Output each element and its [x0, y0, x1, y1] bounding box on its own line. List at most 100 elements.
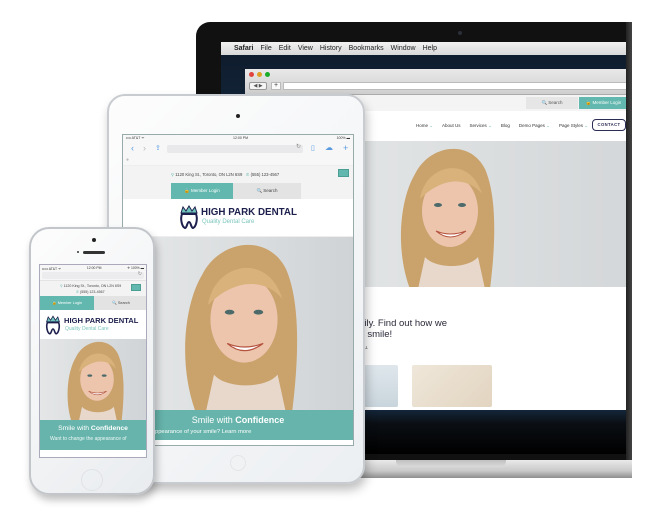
banner-title: Smile with Confidence — [40, 425, 146, 432]
hamburger-menu-button[interactable] — [338, 169, 349, 177]
icloud-tabs-icon[interactable]: ☁ — [325, 143, 333, 152]
menu-history[interactable]: History — [320, 45, 342, 52]
reload-icon[interactable]: ↻ — [138, 271, 142, 277]
laptop-camera — [458, 31, 462, 35]
site-logo[interactable]: HIGH PARK DENTAL Quality Dental Care — [123, 199, 353, 237]
address-text: 1120 King St., Toronto, ON L2N 6S9 — [63, 284, 122, 288]
window-controls — [249, 72, 270, 77]
browser-chrome: ◀ ▶ + — [245, 69, 632, 95]
address-bar[interactable] — [42, 272, 144, 279]
battery-indicator: 100% ▬ — [336, 136, 350, 140]
logo-title: HIGH PARK DENTAL — [64, 316, 139, 325]
phone-link[interactable]: (555) 123-4567 — [251, 172, 280, 177]
logo-title: HIGH PARK DENTAL — [201, 207, 297, 218]
address-bar[interactable] — [283, 82, 632, 90]
address-bar-row: ↻ — [40, 271, 146, 280]
share-icon[interactable]: ⇪ — [155, 144, 161, 152]
chevron-down-icon: ⌄ — [488, 123, 492, 128]
menu-view[interactable]: View — [298, 45, 313, 52]
phone-sensor — [77, 251, 79, 253]
member-login-button[interactable]: 🔒 Member Login — [40, 296, 94, 310]
phone-screen: ••••• AT&T ᯤ 12:00 PM ✈ 100% ▬ ↻ ⚲ 1120 … — [39, 264, 147, 458]
nav-label: Services — [469, 123, 487, 128]
ios-favorites-bar: ● — [123, 156, 353, 166]
reader-dot-icon: ● — [126, 157, 130, 163]
top-search-button[interactable]: 🔍 Search — [526, 97, 578, 109]
status-time: 12:00 PM — [233, 136, 249, 140]
phone-camera — [92, 238, 96, 242]
smiling-woman-photo — [400, 148, 495, 287]
chevron-down-icon: ⌄ — [429, 123, 434, 128]
nav-item-home[interactable]: Home ⌄ — [416, 123, 433, 129]
back-icon[interactable]: ‹ — [131, 143, 134, 153]
zoom-window-button[interactable] — [265, 72, 270, 77]
banner-learn-more-link[interactable]: Want to change the appearance of — [50, 436, 127, 442]
site-logo[interactable]: HIGH PARK DENTAL Quality Dental Care — [40, 310, 146, 339]
smile-banner: Smile with Confidence Want to change the… — [40, 420, 146, 450]
search-button[interactable]: 🔍 Search — [94, 296, 146, 310]
map-pin-icon: ⚲ — [171, 172, 175, 177]
nav-item-services[interactable]: Services ⌄ — [470, 123, 492, 129]
hero-image — [40, 339, 146, 420]
nav-label: Blog — [500, 123, 510, 128]
nav-item-blog[interactable]: Blog — [501, 123, 510, 129]
nav-item-page-styles[interactable]: Page Styles ⌄ — [559, 123, 588, 129]
forward-icon[interactable]: › — [143, 143, 146, 153]
top-member-login-button[interactable]: 🔒 Member Login — [579, 97, 628, 109]
chevron-down-icon: ⌄ — [546, 123, 550, 128]
header-buttons: 🔒 Member Login 🔍 Search — [40, 296, 146, 310]
nav-label: Demo Pages — [518, 123, 545, 128]
new-tab-icon[interactable]: + — [343, 143, 348, 153]
tablet-camera — [236, 114, 240, 118]
nav-item-about-us[interactable]: About Us — [442, 123, 461, 129]
tooth-crown-logo-icon — [180, 205, 198, 229]
nav-links: Home ⌄ About Us Services ⌄ Blog Demo Pag… — [416, 123, 588, 129]
phone-link[interactable]: (555) 123-4567 — [80, 290, 105, 294]
contact-button[interactable]: CONTACT — [592, 119, 626, 131]
header-buttons: 🔒 Member Login 🔍 Search — [123, 183, 353, 199]
menu-file[interactable]: File — [260, 45, 271, 52]
banner-title-bold: Confidence — [235, 415, 285, 425]
responsive-device-mockup: Safari File Edit View History Bookmarks … — [0, 0, 650, 525]
phone-icon: ✆ — [245, 172, 250, 177]
banner-title: Smile with Confidence — [123, 415, 353, 425]
menu-window[interactable]: Window — [391, 45, 416, 52]
banner-title-plain: Smile with — [191, 415, 236, 425]
reload-icon[interactable]: ↻ — [296, 143, 301, 150]
smiling-woman-photo — [67, 341, 124, 420]
status-time: 12:00 PM — [86, 266, 102, 270]
phone-speaker — [83, 251, 105, 254]
address-text: 1120 King St., Toronto, ON L2N 6S9 — [175, 172, 243, 177]
new-tab-button[interactable]: + — [271, 82, 281, 90]
menu-app-safari[interactable]: Safari — [234, 45, 253, 52]
menu-edit[interactable]: Edit — [279, 45, 291, 52]
address-bar[interactable]: ↻ — [167, 143, 303, 153]
ios-status-bar: •••• AT&T ᯤ 12:00 PM 100% ▬ — [123, 135, 353, 142]
address-line: ⚲ 1120 King St., Toronto, ON L2N 6S9 — [60, 284, 121, 288]
minimize-window-button[interactable] — [257, 72, 262, 77]
nav-item-demo-pages[interactable]: Demo Pages ⌄ — [519, 123, 550, 129]
nav-label: Page Styles — [558, 123, 583, 128]
hero-image — [123, 237, 353, 410]
tablet-screen: •••• AT&T ᯤ 12:00 PM 100% ▬ ‹ › ⇪ ↻ ▯ ☁ … — [122, 134, 354, 446]
search-button[interactable]: 🔍 Search — [233, 183, 301, 199]
contact-info-bar: ⚲ 1120 King St., Toronto, ON L2N 6S9 ✆ (… — [123, 166, 353, 183]
banner-title-plain: Smile with — [58, 425, 91, 432]
member-login-button[interactable]: 🔒 Member Login — [171, 183, 233, 199]
nav-label: Home — [415, 123, 428, 128]
menu-bookmarks[interactable]: Bookmarks — [349, 45, 384, 52]
mac-menubar: Safari File Edit View History Bookmarks … — [221, 42, 632, 55]
logo-tagline: Quality Dental Care — [65, 326, 109, 332]
back-forward-buttons[interactable]: ◀ ▶ — [249, 82, 267, 90]
close-window-button[interactable] — [249, 72, 254, 77]
tablet-home-button[interactable] — [230, 455, 246, 471]
phone-line: ✆ (555) 123-4567 — [76, 290, 105, 294]
phone-home-button[interactable] — [81, 469, 103, 491]
laptop-notch — [396, 460, 506, 467]
hamburger-menu-button[interactable] — [131, 284, 141, 291]
bookmarks-icon[interactable]: ▯ — [311, 144, 315, 152]
battery-indicator: ✈ 100% ▬ — [127, 266, 144, 270]
service-card-father-son-photo[interactable] — [412, 365, 492, 407]
contact-info-bar: ⚲ 1120 King St., Toronto, ON L2N 6S9 ✆ (… — [40, 280, 146, 296]
menu-help[interactable]: Help — [423, 45, 437, 52]
